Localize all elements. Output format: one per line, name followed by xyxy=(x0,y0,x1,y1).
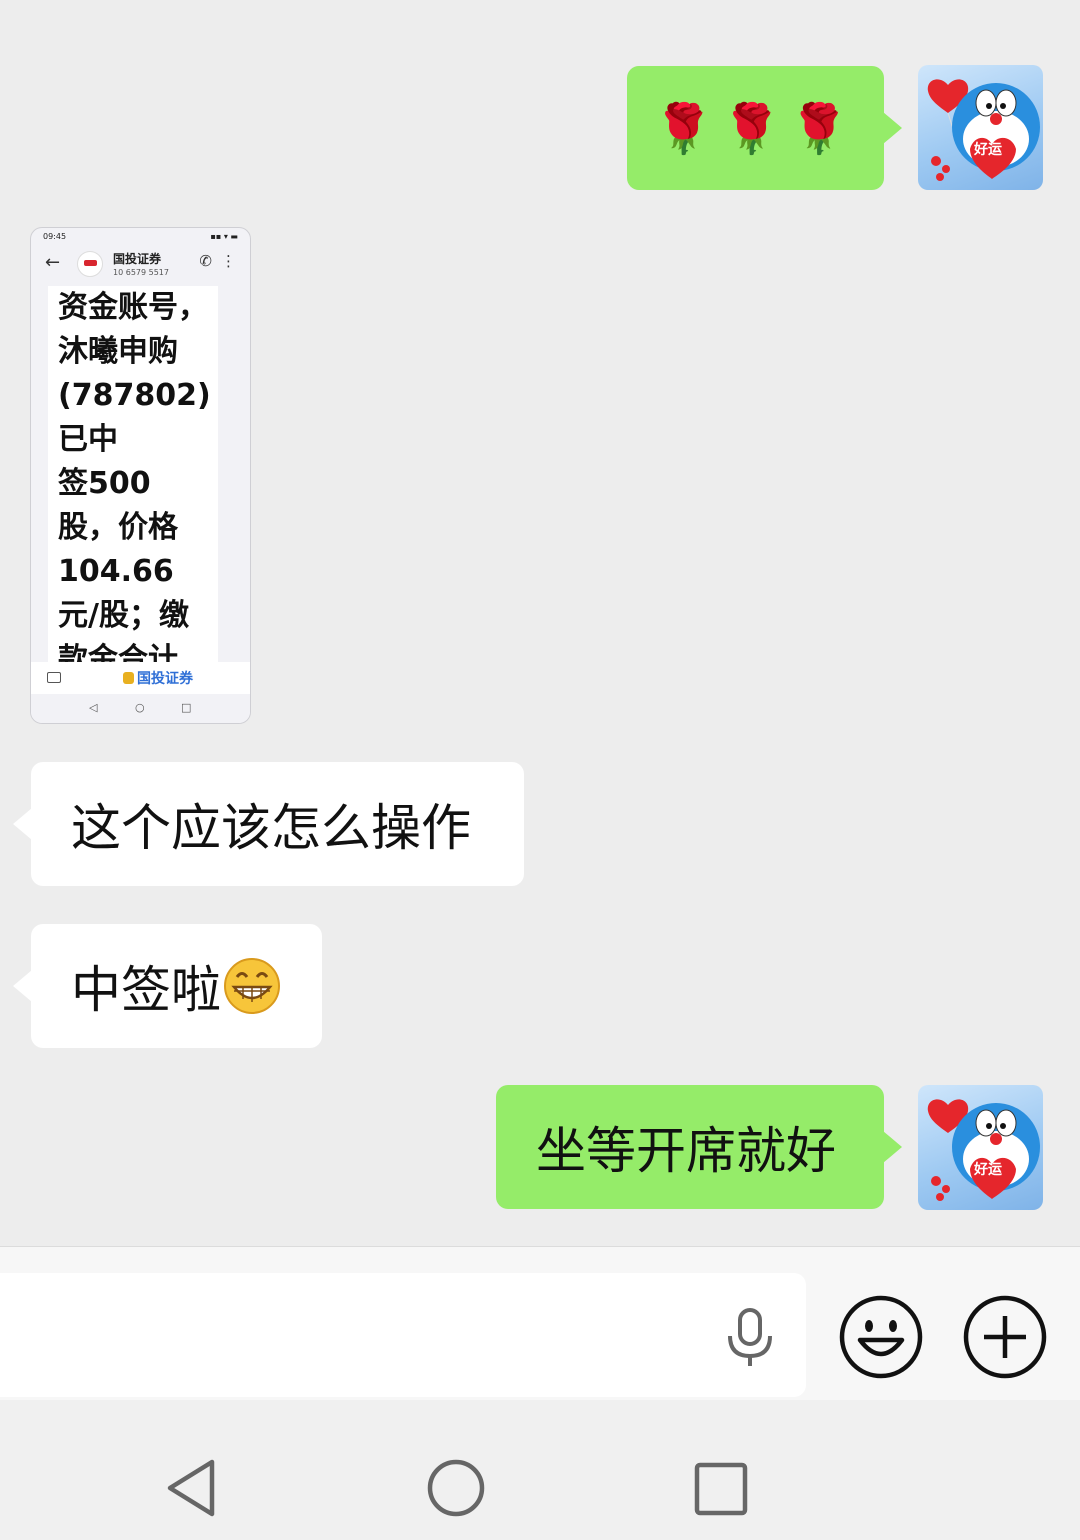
sms-line: 款金合计 xyxy=(58,642,178,662)
message-text: 这个应该怎么操作 xyxy=(71,799,471,857)
doraemon-avatar-image xyxy=(927,79,1040,181)
home-circle-icon: ○ xyxy=(135,701,145,714)
sms-line: 元/股；缴 xyxy=(58,598,189,633)
message-bubble-incoming[interactable]: 这个应该怎么操作 xyxy=(13,762,524,886)
more-icon: ⋮ xyxy=(221,252,236,270)
chat-area: 🌹🌹🌹 好运 09:45 ▪▪ ▾ ▬ ← 国投证券 10 6579 5517 … xyxy=(0,0,1080,1246)
smiley-icon[interactable] xyxy=(838,1294,924,1380)
home-circle-icon[interactable] xyxy=(426,1458,486,1518)
back-arrow-icon: ← xyxy=(45,252,61,273)
sms-line: 签500 xyxy=(58,466,151,501)
recents-square-icon: □ xyxy=(181,701,192,714)
message-text: 中签啦 xyxy=(71,961,221,1019)
grin-emoji-icon xyxy=(224,958,280,1014)
microphone-icon[interactable] xyxy=(722,1306,778,1368)
keyboard-icon xyxy=(47,672,61,683)
message-bubble-outgoing-roses[interactable]: 🌹🌹🌹 xyxy=(627,66,902,190)
doraemon-avatar-image xyxy=(927,1099,1040,1201)
screenshot-bottom-tag: 国投证券 xyxy=(123,668,193,688)
sms-line: 104.66 xyxy=(58,554,174,589)
phone-icon: ✆ xyxy=(199,252,212,270)
rose-emoji: 🌹🌹🌹 xyxy=(653,100,858,157)
screenshot-sender-number: 10 6579 5517 xyxy=(113,268,169,277)
plus-icon[interactable] xyxy=(962,1294,1048,1380)
screenshot-bottom-bar: 国投证券 xyxy=(31,662,250,694)
screenshot-nav-bar: ◁ ○ □ xyxy=(31,694,250,723)
screenshot-time: 09:45 xyxy=(43,232,67,241)
avatar-badge-text: 好运 xyxy=(974,142,1002,158)
my-avatar[interactable]: 好运 xyxy=(918,1085,1043,1210)
message-bubble-incoming[interactable]: 中签啦 xyxy=(13,924,322,1048)
screenshot-status-icons: ▪▪ ▾ ▬ xyxy=(210,232,238,241)
recents-square-icon[interactable] xyxy=(694,1462,748,1516)
sms-line: 沐曦申购 xyxy=(58,334,178,369)
screenshot-sender: 国投证券 xyxy=(113,252,162,266)
screenshot-status-bar: 09:45 ▪▪ ▾ ▬ xyxy=(43,232,238,241)
message-input[interactable] xyxy=(0,1273,806,1397)
sms-line: 股，价格 xyxy=(58,510,178,545)
sms-line: (787802) xyxy=(58,378,211,413)
avatar-badge-text: 好运 xyxy=(974,1162,1002,1178)
screenshot-header: ← 国投证券 10 6579 5517 ✆ ⋮ xyxy=(31,246,250,284)
system-nav-bar xyxy=(0,1400,1080,1540)
sms-line: 已中 xyxy=(58,422,118,457)
back-triangle-icon: ◁ xyxy=(89,701,98,714)
broker-logo-icon xyxy=(77,251,103,277)
screenshot-sms-body: 资金账号， 沐曦申购 (787802) 已中 签500 股，价格 104.66 … xyxy=(48,286,218,662)
message-image-screenshot[interactable]: 09:45 ▪▪ ▾ ▬ ← 国投证券 10 6579 5517 ✆ ⋮ 资金账… xyxy=(30,227,251,724)
sms-line: 资金账号， xyxy=(58,290,208,325)
message-bubble-outgoing[interactable]: 坐等开席就好 xyxy=(496,1085,902,1209)
my-avatar[interactable]: 好运 xyxy=(918,65,1043,190)
back-triangle-icon[interactable] xyxy=(164,1458,220,1518)
message-text: 坐等开席就好 xyxy=(536,1122,836,1180)
